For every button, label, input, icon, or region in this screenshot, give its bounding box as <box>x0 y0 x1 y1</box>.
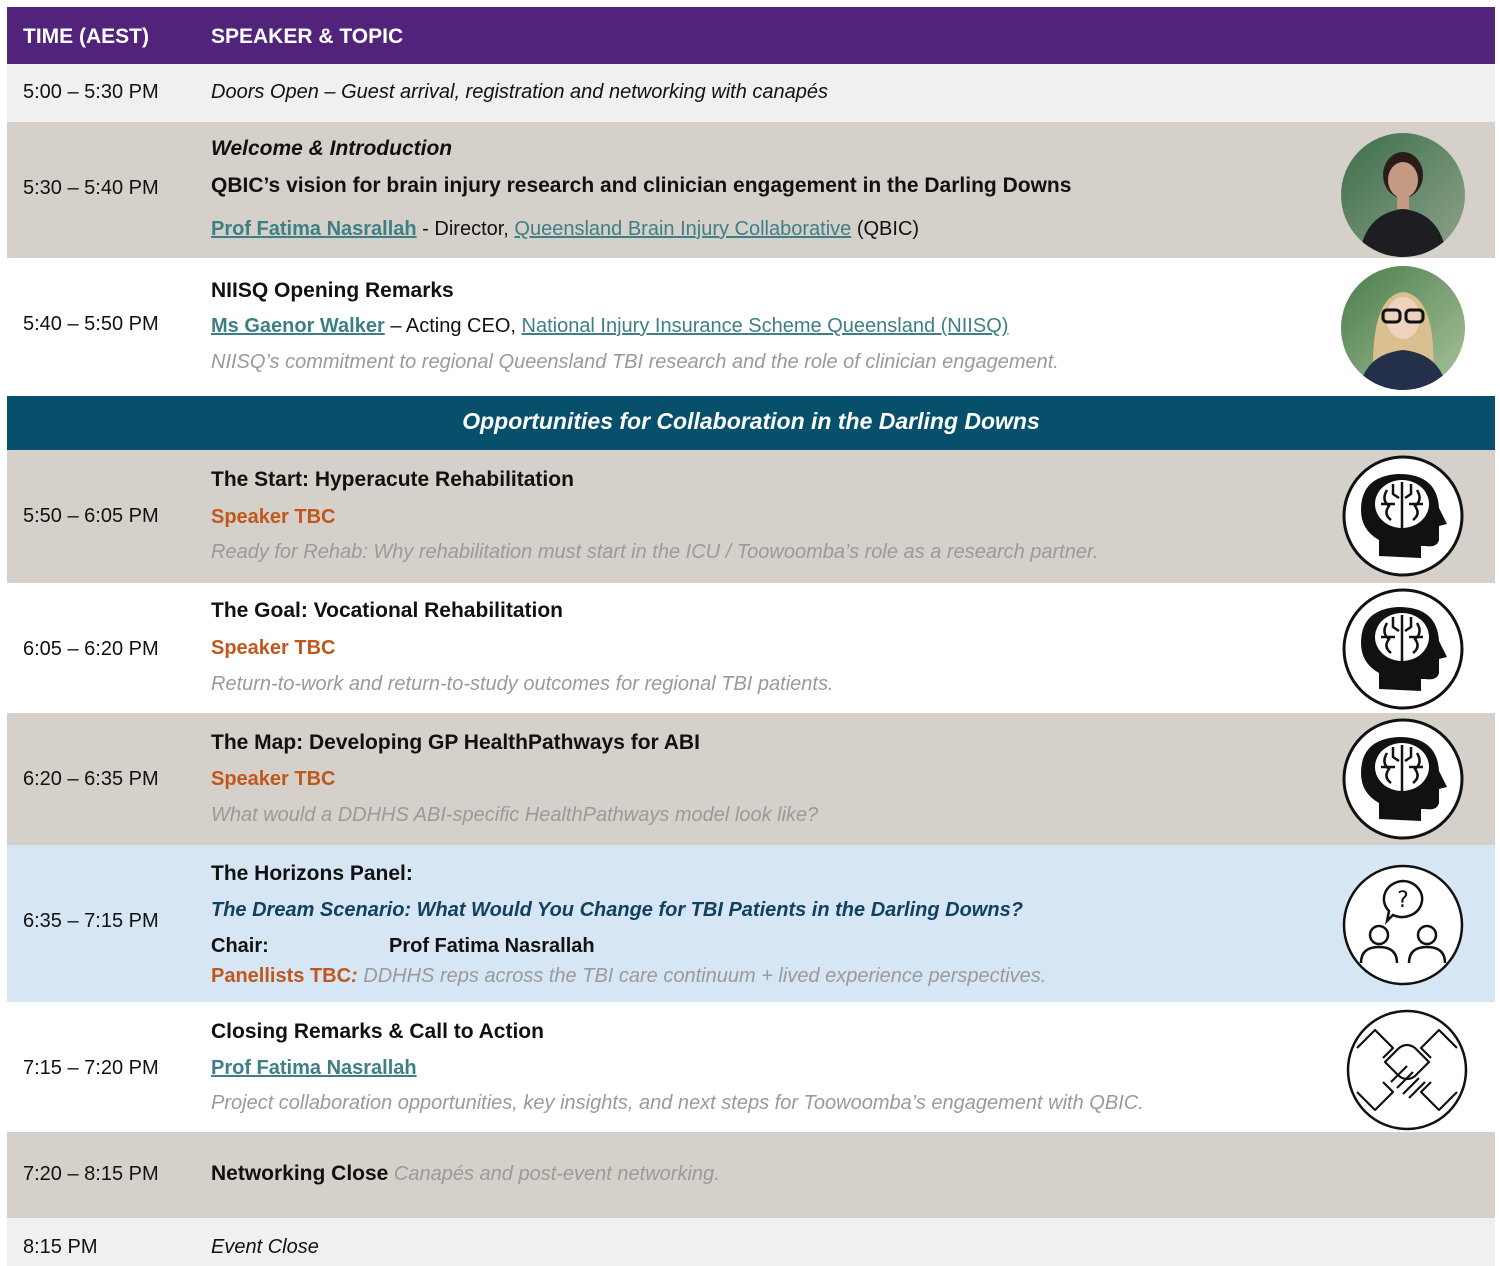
speaker-line: Ms Gaenor Walker – Acting CEO, National … <box>211 315 1009 337</box>
session-description: Project collaboration opportunities, key… <box>211 1092 1144 1114</box>
row-time: 6:20 – 6:35 PM <box>23 768 159 790</box>
session-description: Return-to-work and return-to-study outco… <box>211 673 834 695</box>
speaker-link[interactable]: Prof Fatima Nasrallah <box>211 1057 417 1080</box>
speaker-tbc: Speaker TBC <box>211 506 336 528</box>
row-niisq: 5:40 – 5:50 PM NIISQ Opening Remarks Ms … <box>7 258 1495 392</box>
networking-line: Networking Close Canapés and post-event … <box>211 1162 720 1185</box>
brain-head-icon <box>1341 587 1465 711</box>
session-title: Welcome & Introduction <box>211 137 453 160</box>
brain-head-icon <box>1341 717 1465 841</box>
row-time: 5:40 – 5:50 PM <box>23 313 159 335</box>
speaker-photo <box>1341 266 1465 390</box>
chair-name: Prof Fatima Nasrallah <box>389 935 595 957</box>
row-time: 5:30 – 5:40 PM <box>23 177 159 199</box>
row-time: 7:20 – 8:15 PM <box>23 1163 159 1185</box>
session-title: NIISQ Opening Remarks <box>211 279 454 302</box>
row-the-map: 6:20 – 6:35 PM The Map: Developing GP He… <box>7 713 1495 845</box>
speaker-tbc: Speaker TBC <box>211 637 336 659</box>
collaboration-hands-icon <box>1345 1008 1469 1132</box>
section-banner: Opportunities for Collaboration in the D… <box>7 396 1495 450</box>
speaker-link[interactable]: Ms Gaenor Walker <box>211 315 385 337</box>
row-time: 6:05 – 6:20 PM <box>23 638 159 660</box>
schedule-header: TIME (AEST) SPEAKER & TOPIC <box>7 7 1495 64</box>
speaker-photo <box>1341 133 1465 257</box>
row-closing-remarks: 7:15 – 7:20 PM Closing Remarks & Call to… <box>7 1002 1495 1132</box>
row-welcome: 5:30 – 5:40 PM Welcome & Introduction QB… <box>7 122 1495 258</box>
topic-column-header: SPEAKER & TOPIC <box>211 25 404 48</box>
row-networking-close: 7:20 – 8:15 PM Networking Close Canapés … <box>7 1132 1495 1218</box>
row-time: 5:50 – 6:05 PM <box>23 505 159 527</box>
org-link[interactable]: Queensland Brain Injury Collaborative <box>514 218 851 240</box>
row-time: 5:00 – 5:30 PM <box>23 81 159 103</box>
row-horizons-panel: 6:35 – 7:15 PM The Horizons Panel: The D… <box>7 845 1495 1002</box>
time-column-header: TIME (AEST) <box>23 25 149 48</box>
session-title: The Start: Hyperacute Rehabilitation <box>211 468 574 491</box>
session-subtitle: QBIC’s vision for brain injury research … <box>211 174 1072 197</box>
chair-label: Chair: <box>211 935 269 957</box>
session-description: Ready for Rehab: Why rehabilitation must… <box>211 541 1099 563</box>
speaker-line: Prof Fatima Nasrallah - Director, Queens… <box>211 218 920 240</box>
session-title: The Goal: Vocational Rehabilitation <box>211 599 563 622</box>
session-description: NIISQ’s commitment to regional Queenslan… <box>211 351 1059 373</box>
panellists-line: Panellists TBC: DDHHS reps across the TB… <box>211 965 1047 987</box>
row-text: Event Close <box>211 1236 319 1258</box>
session-description: What would a DDHHS ABI-specific HealthPa… <box>211 804 819 826</box>
session-title: Closing Remarks & Call to Action <box>211 1020 544 1043</box>
session-subtitle: The Dream Scenario: What Would You Chang… <box>211 899 1023 921</box>
row-doors-open: 5:00 – 5:30 PM Doors Open – Guest arriva… <box>7 64 1495 122</box>
section-title: Opportunities for Collaboration in the D… <box>462 408 1040 434</box>
svg-text:?: ? <box>1397 888 1409 913</box>
row-text: Doors Open – Guest arrival, registration… <box>211 81 828 103</box>
row-the-goal: 6:05 – 6:20 PM The Goal: Vocational Reha… <box>7 583 1495 713</box>
speaker-tbc: Speaker TBC <box>211 768 336 790</box>
row-time: 6:35 – 7:15 PM <box>23 910 159 932</box>
row-the-start: 5:50 – 6:05 PM The Start: Hyperacute Reh… <box>7 450 1495 583</box>
speaker-link[interactable]: Prof Fatima Nasrallah <box>211 218 417 240</box>
panel-question-icon: ? <box>1341 863 1465 987</box>
row-time: 8:15 PM <box>23 1236 98 1258</box>
org-link[interactable]: National Injury Insurance Scheme Queensl… <box>522 315 1009 337</box>
row-time: 7:15 – 7:20 PM <box>23 1057 159 1079</box>
brain-head-icon <box>1341 454 1465 578</box>
row-event-close: 8:15 PM Event Close <box>7 1218 1495 1266</box>
session-title: The Horizons Panel: <box>211 862 413 885</box>
session-title: The Map: Developing GP HealthPathways fo… <box>211 731 700 754</box>
